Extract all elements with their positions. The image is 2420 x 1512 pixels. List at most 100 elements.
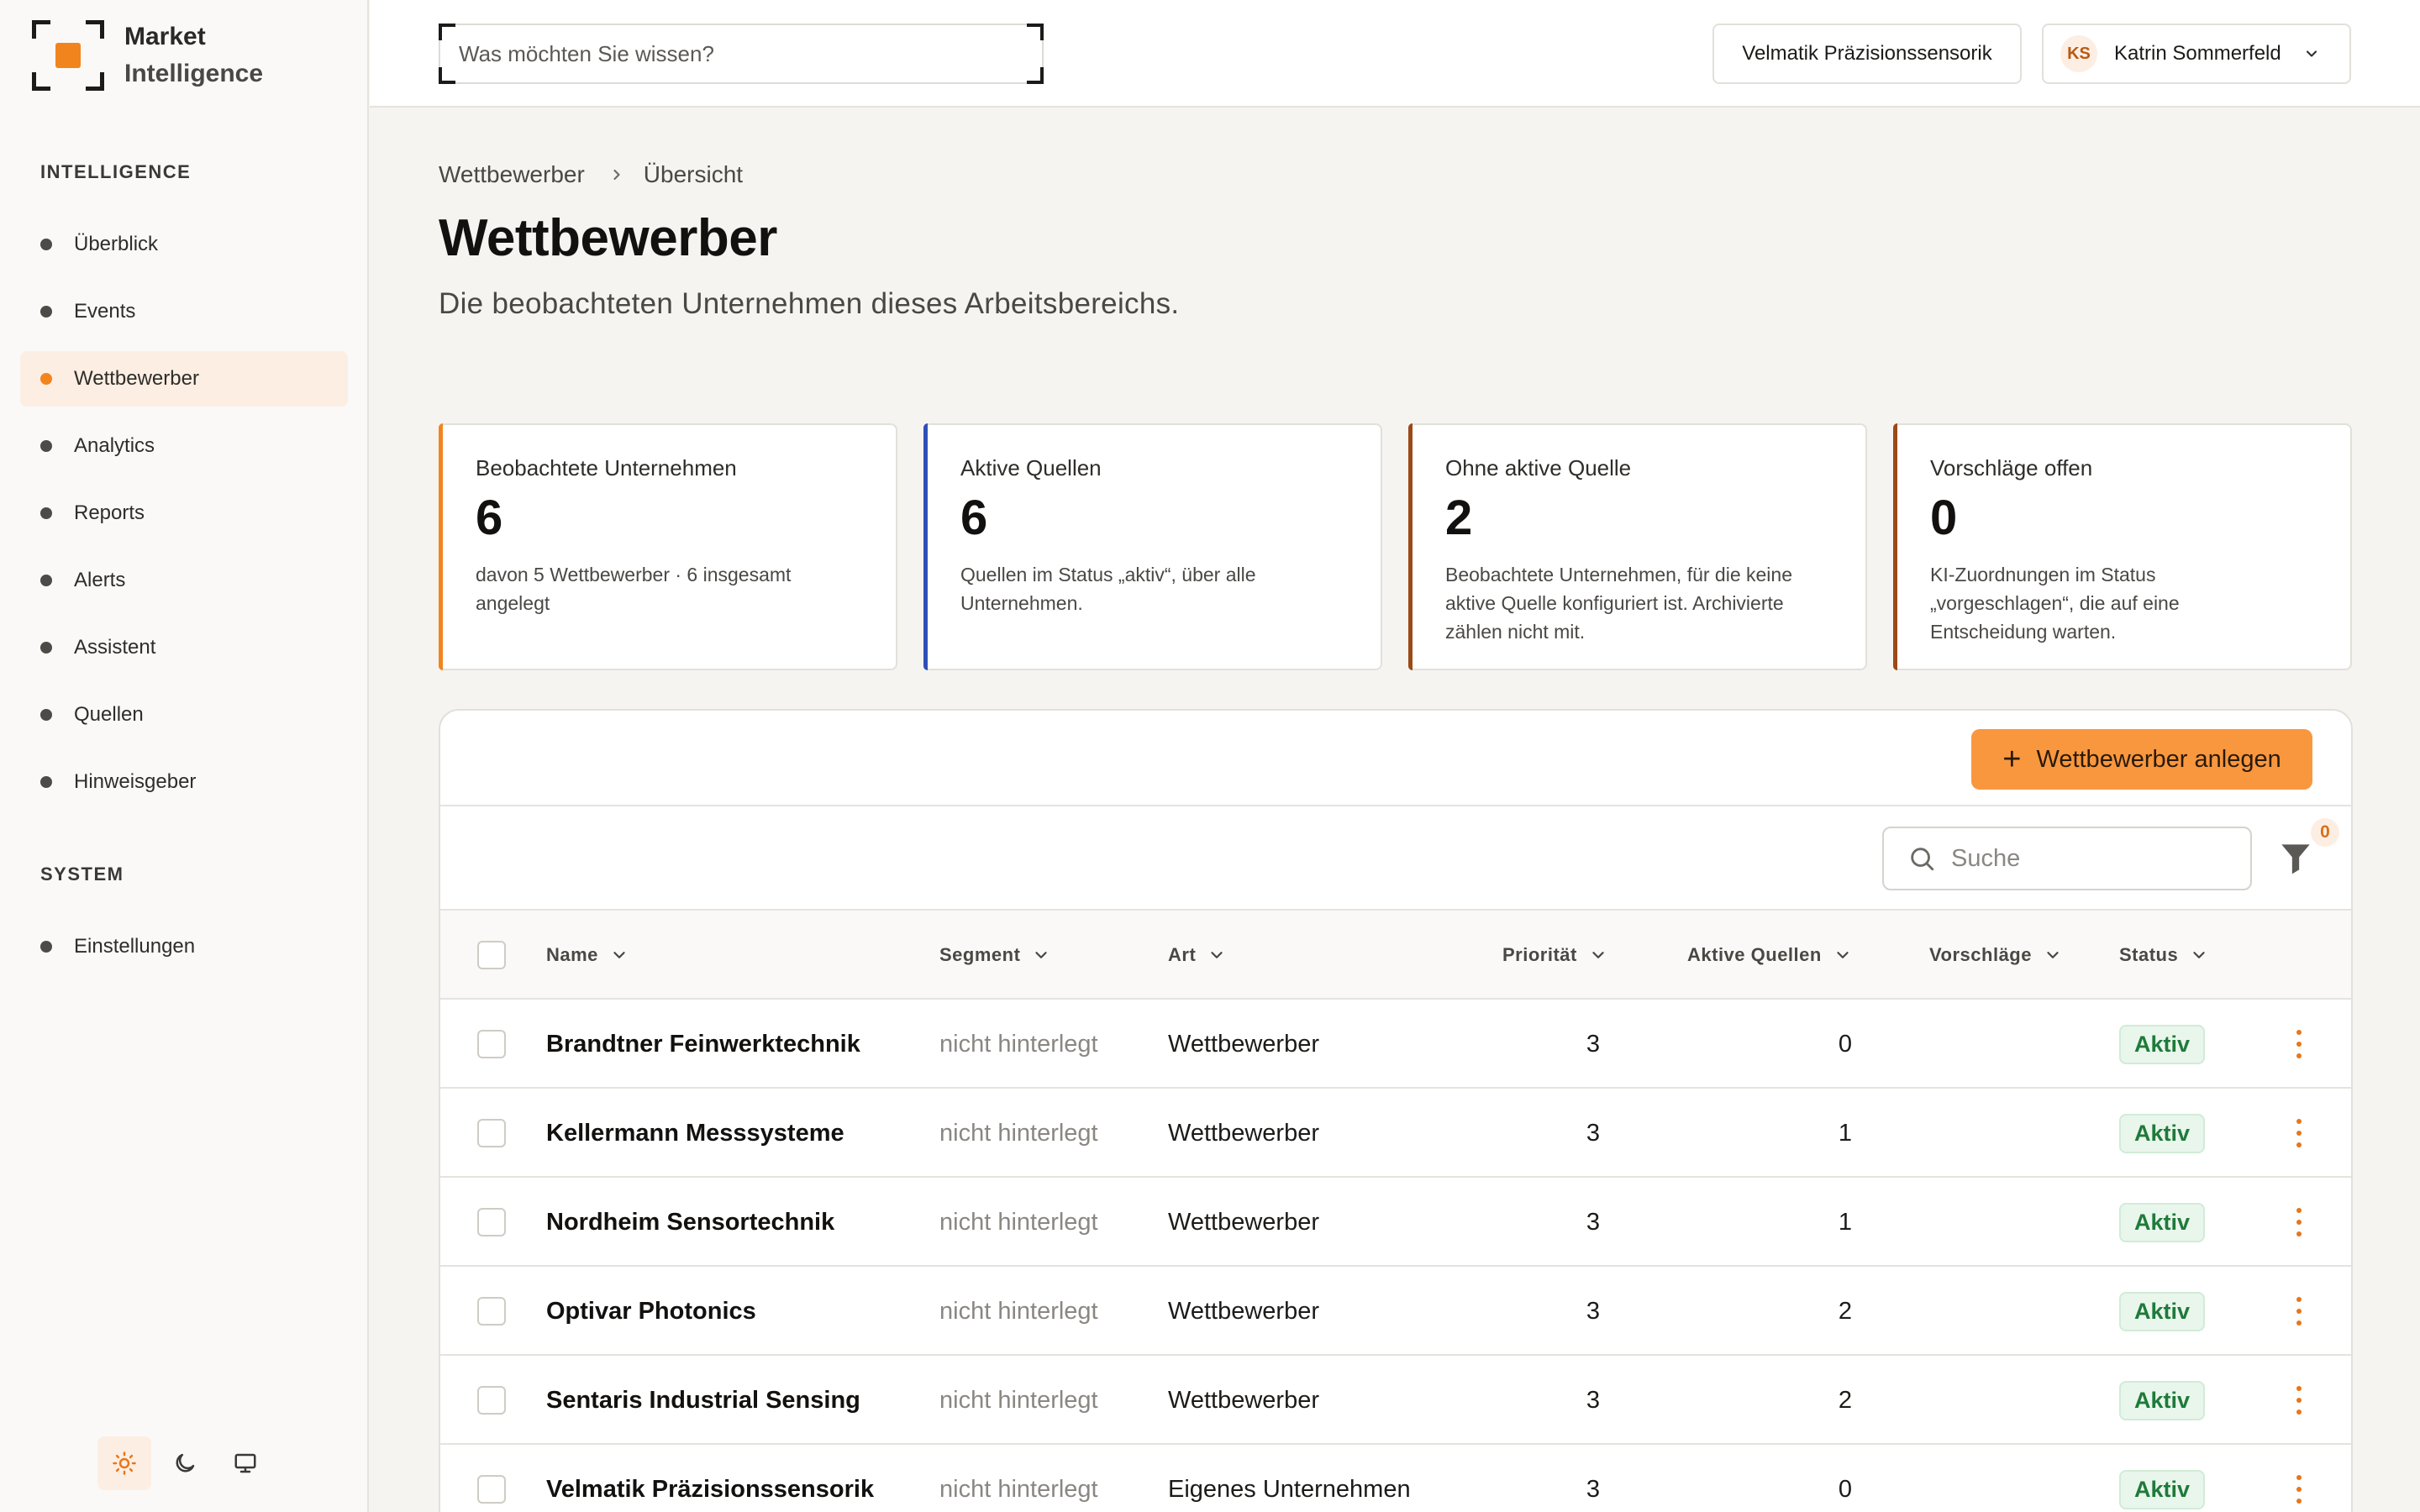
sidebar-item-analytics[interactable]: Analytics: [20, 418, 348, 474]
chevron-down-icon: [2047, 952, 2059, 958]
sidebar-item-label: Wettbewerber: [74, 367, 199, 390]
chevron-down-icon: [1035, 952, 1048, 958]
app-name-line2: Intelligence: [124, 60, 264, 87]
chevron-down-icon: [1592, 952, 1604, 958]
column-header-art[interactable]: Art: [1168, 911, 1226, 1000]
row-checkbox[interactable]: [477, 1208, 506, 1236]
sidebar-item-hinweisgeber[interactable]: Hinweisgeber: [20, 754, 348, 810]
sidebar-item-wettbewerber[interactable]: Wettbewerber: [20, 351, 348, 407]
table-row[interactable]: Velmatik Präzisionssensorik nicht hinter…: [440, 1445, 2351, 1512]
cell-name[interactable]: Kellermann Messsysteme: [546, 1089, 844, 1178]
row-actions-icon[interactable]: [2291, 1386, 2307, 1415]
status-badge: Aktiv: [2119, 1380, 2206, 1420]
card-header: + Wettbewerber anlegen: [440, 711, 2351, 806]
row-checkbox[interactable]: [477, 1386, 506, 1415]
table-search: [1882, 827, 2252, 890]
table-row[interactable]: Brandtner Feinwerktechnik nicht hinterle…: [440, 1000, 2351, 1089]
column-label: Segment: [939, 944, 1021, 965]
column-header-segment[interactable]: Segment: [939, 911, 1050, 1000]
filter-button[interactable]: [2279, 840, 2312, 877]
global-search-input[interactable]: [459, 35, 1013, 72]
row-actions-icon[interactable]: [2291, 1475, 2307, 1504]
select-all-checkbox[interactable]: [477, 941, 506, 969]
cell-segment: nicht hinterlegt: [939, 1297, 1098, 1325]
breadcrumb-item-uebersicht: Übersicht: [643, 161, 744, 187]
nav-section-system: SYSTEM: [40, 864, 124, 885]
column-label: Name: [546, 944, 598, 965]
sun-icon: [113, 1452, 136, 1475]
breadcrumb-item-wettbewerber[interactable]: Wettbewerber: [439, 161, 585, 188]
row-checkbox[interactable]: [477, 1297, 506, 1326]
cell-name[interactable]: Brandtner Feinwerktechnik: [546, 1000, 860, 1089]
cell-art: Wettbewerber: [1168, 1386, 1319, 1414]
row-actions-icon[interactable]: [2291, 1208, 2307, 1236]
sidebar-item-reports[interactable]: Reports: [20, 486, 348, 541]
stat-label: Aktive Quellen: [960, 455, 1102, 480]
theme-system-button[interactable]: [218, 1436, 272, 1490]
sidebar-item-quellen[interactable]: Quellen: [20, 687, 348, 743]
row-actions-icon[interactable]: [2291, 1119, 2307, 1147]
cell-name[interactable]: Velmatik Präzisionssensorik: [546, 1445, 874, 1512]
bullet-icon: [40, 575, 52, 586]
table-row[interactable]: Nordheim Sensortechnik nicht hinterlegt …: [440, 1178, 2351, 1267]
cell-name[interactable]: Nordheim Sensortechnik: [546, 1178, 834, 1267]
row-checkbox[interactable]: [477, 1475, 506, 1504]
column-header-prioritaet[interactable]: Priorität: [1502, 911, 1607, 1000]
add-competitor-button[interactable]: + Wettbewerber anlegen: [1971, 729, 2312, 790]
row-checkbox[interactable]: [477, 1030, 506, 1058]
column-label: Vorschläge: [1929, 944, 2032, 965]
column-label: Status: [2119, 944, 2179, 965]
sidebar-item-label: Alerts: [74, 569, 126, 591]
app-logo[interactable]: Market Intelligence: [32, 18, 263, 92]
column-header-aktive-quellen[interactable]: Aktive Quellen: [1687, 911, 1852, 1000]
user-menu-button[interactable]: KS Katrin Sommerfeld: [2042, 24, 2351, 84]
table-row[interactable]: Kellermann Messsysteme nicht hinterlegt …: [440, 1089, 2351, 1178]
sidebar-item-alerts[interactable]: Alerts: [20, 553, 348, 608]
breadcrumb: Wettbewerber Übersicht: [439, 161, 743, 188]
column-header-status[interactable]: Status: [2119, 911, 2208, 1000]
stat-value: 2: [1445, 491, 1473, 545]
monitor-icon: [234, 1453, 256, 1473]
stat-card-vorschlaege-offen: Vorschläge offen 0 KI-Zuordnungen im Sta…: [1893, 423, 2352, 670]
add-competitor-label: Wettbewerber anlegen: [2036, 745, 2281, 773]
table-row[interactable]: Optivar Photonics nicht hinterlegt Wettb…: [440, 1267, 2351, 1356]
cell-segment: nicht hinterlegt: [939, 1030, 1098, 1058]
sidebar-item-label: Einstellungen: [74, 935, 196, 958]
table-row[interactable]: Sentaris Industrial Sensing nicht hinter…: [440, 1356, 2351, 1445]
sidebar-item-assistent[interactable]: Assistent: [20, 620, 348, 675]
stat-description: Quellen im Status „aktiv“, über alle Unt…: [960, 564, 1256, 614]
sidebar-item-label: Quellen: [74, 703, 144, 726]
row-checkbox[interactable]: [477, 1119, 506, 1147]
column-header-vorschlaege[interactable]: Vorschläge: [1929, 911, 2062, 1000]
sidebar-item-einstellungen[interactable]: Einstellungen: [20, 919, 348, 974]
cell-name[interactable]: Sentaris Industrial Sensing: [546, 1356, 860, 1445]
sidebar-item-events[interactable]: Events: [20, 284, 348, 339]
theme-light-button[interactable]: [97, 1436, 151, 1490]
bullet-icon: [40, 373, 52, 385]
app-name-line1: Market: [124, 23, 206, 50]
cell-prioritaet: 3: [1586, 1030, 1600, 1058]
stat-value: 6: [960, 491, 988, 545]
moon-icon: [176, 1453, 195, 1473]
cell-prioritaet: 3: [1586, 1119, 1600, 1147]
column-header-name[interactable]: Name: [546, 911, 629, 1000]
filter-icon: [2281, 844, 2310, 874]
cell-aktive-quellen: 2: [1838, 1297, 1852, 1325]
sidebar-item-label: Analytics: [74, 434, 155, 457]
bullet-icon: [40, 239, 52, 250]
bullet-icon: [40, 776, 52, 788]
table-search-input[interactable]: [1951, 844, 2237, 873]
app-name: Market Intelligence: [124, 18, 263, 92]
stat-value: 6: [476, 491, 503, 545]
chevron-down-icon: [613, 952, 625, 958]
row-actions-icon[interactable]: [2291, 1030, 2307, 1058]
sidebar-item-ueberblick[interactable]: Überblick: [20, 217, 348, 272]
theme-dark-button[interactable]: [158, 1436, 212, 1490]
cell-name[interactable]: Optivar Photonics: [546, 1267, 756, 1356]
company-switcher-button[interactable]: Velmatik Präzisionssensorik: [1712, 24, 2022, 84]
competitors-table-card: + Wettbewerber anlegen 0 Name Segment Ar…: [439, 709, 2353, 1512]
status-badge: Aktiv: [2119, 1469, 2206, 1509]
cell-aktive-quellen: 1: [1838, 1119, 1852, 1147]
row-actions-icon[interactable]: [2291, 1297, 2307, 1326]
cell-segment: nicht hinterlegt: [939, 1475, 1098, 1503]
